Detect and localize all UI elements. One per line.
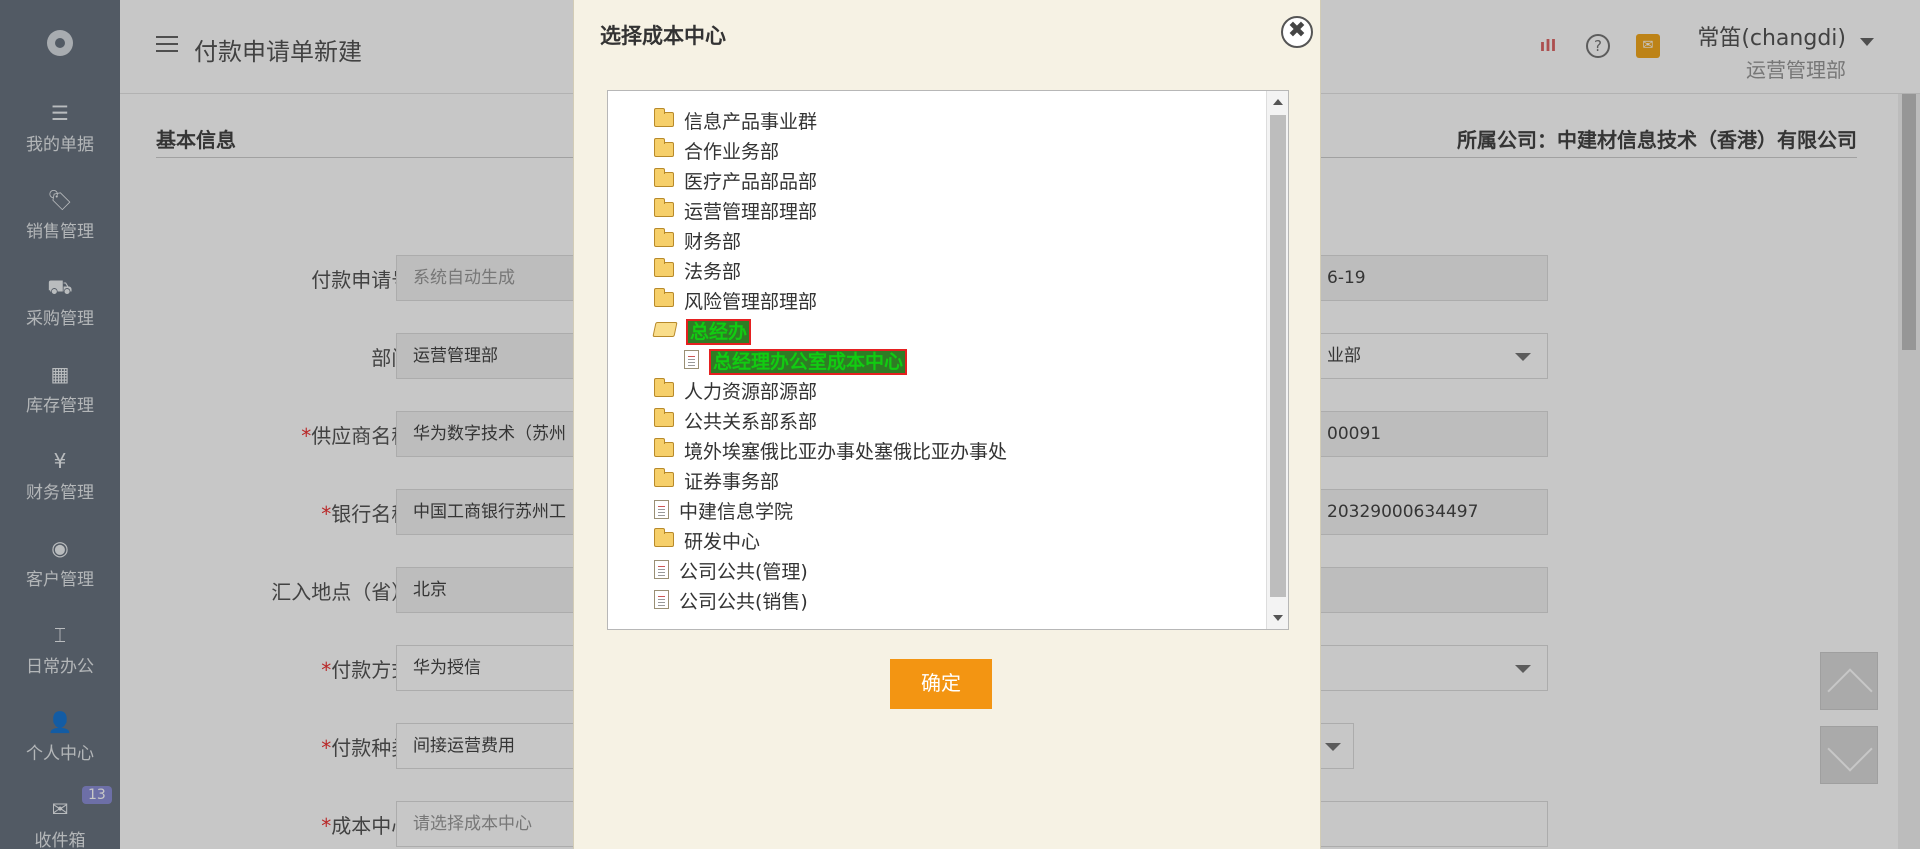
folder-icon (654, 438, 674, 457)
folder-icon (654, 378, 674, 397)
tree-node-label: 合作业务部 (684, 141, 780, 163)
document-icon (654, 500, 669, 519)
tree-node[interactable]: 医疗产品部品部 (654, 168, 817, 196)
tree-node[interactable]: 证券事务部 (654, 468, 779, 496)
scroll-down-arrow-icon[interactable] (1273, 615, 1283, 621)
tree-scrollbar[interactable] (1266, 91, 1288, 629)
document-icon (684, 350, 699, 369)
folder-icon (654, 168, 674, 187)
dialog-title: 选择成本中心 (600, 24, 726, 48)
document-icon (654, 590, 669, 609)
tree-node[interactable]: 运营管理部理部 (654, 198, 817, 226)
tree-node-label: 公司公共(销售) (679, 591, 808, 613)
tree-node[interactable]: 合作业务部 (654, 138, 779, 166)
folder-icon (654, 408, 674, 427)
confirm-button[interactable]: 确定 (890, 659, 992, 709)
folder-icon (654, 528, 674, 547)
tree-node-label: 总经办 (686, 319, 752, 345)
tree-node[interactable]: 风险管理部理部 (654, 288, 817, 316)
tree-leaf[interactable]: 中建信息学院 (654, 498, 793, 526)
scroll-up-arrow-icon[interactable] (1273, 99, 1283, 105)
tree-node-label: 风险管理部理部 (684, 291, 818, 313)
tree-leaf-selected[interactable]: 总经理办公室成本中心 (684, 348, 908, 376)
tree-node-label: 人力资源部源部 (684, 381, 818, 403)
folder-icon (654, 108, 674, 127)
folder-icon (654, 228, 674, 247)
tree-node-label: 医疗产品部品部 (684, 171, 818, 193)
folder-icon (654, 258, 674, 277)
folder-icon (654, 198, 674, 217)
close-icon[interactable]: ✖ (1281, 16, 1313, 48)
tree-node[interactable]: 信息产品事业群 (654, 108, 817, 136)
folder-icon (654, 468, 674, 487)
tree-node-label: 境外埃塞俄比亚办事处塞俄比亚办事处 (684, 441, 1008, 463)
cost-center-dialog: 选择成本中心 ✖ 信息产品事业群 合作业务部 医疗产品部品部 运营管理部理部 财… (573, 0, 1321, 849)
tree-node[interactable]: 法务部 (654, 258, 741, 286)
tree-leaf[interactable]: 公司公共(管理) (654, 558, 808, 586)
tree-node-label: 运营管理部理部 (684, 201, 818, 223)
tree-node[interactable]: 财务部 (654, 228, 741, 256)
tree-node-expanded[interactable]: 总经办 (652, 318, 752, 346)
folder-open-icon (652, 322, 678, 337)
tree-node[interactable]: 研发中心 (654, 528, 760, 556)
tree-node[interactable]: 公共关系部系部 (654, 408, 817, 436)
tree-node-label: 总经理办公室成本中心 (709, 349, 908, 375)
tree-node-label: 公共关系部系部 (684, 411, 818, 433)
document-icon (654, 560, 669, 579)
cost-center-tree: 信息产品事业群 合作业务部 医疗产品部品部 运营管理部理部 财务部 法务部 风险… (607, 90, 1289, 630)
tree-node-label: 证券事务部 (684, 471, 780, 493)
tree-scrollbar-thumb[interactable] (1270, 115, 1286, 597)
tree-node[interactable]: 人力资源部源部 (654, 378, 817, 406)
tree-node-label: 中建信息学院 (679, 501, 794, 523)
tree-leaf[interactable]: 公司公共(销售) (654, 588, 808, 616)
folder-icon (654, 288, 674, 307)
folder-icon (654, 138, 674, 157)
tree-node-label: 财务部 (684, 231, 742, 253)
tree-node[interactable]: 境外埃塞俄比亚办事处塞俄比亚办事处 (654, 438, 1007, 466)
tree-node-label: 公司公共(管理) (679, 561, 808, 583)
tree-node-label: 研发中心 (684, 531, 761, 553)
tree-node-label: 信息产品事业群 (684, 111, 818, 133)
tree-node-label: 法务部 (684, 261, 742, 283)
